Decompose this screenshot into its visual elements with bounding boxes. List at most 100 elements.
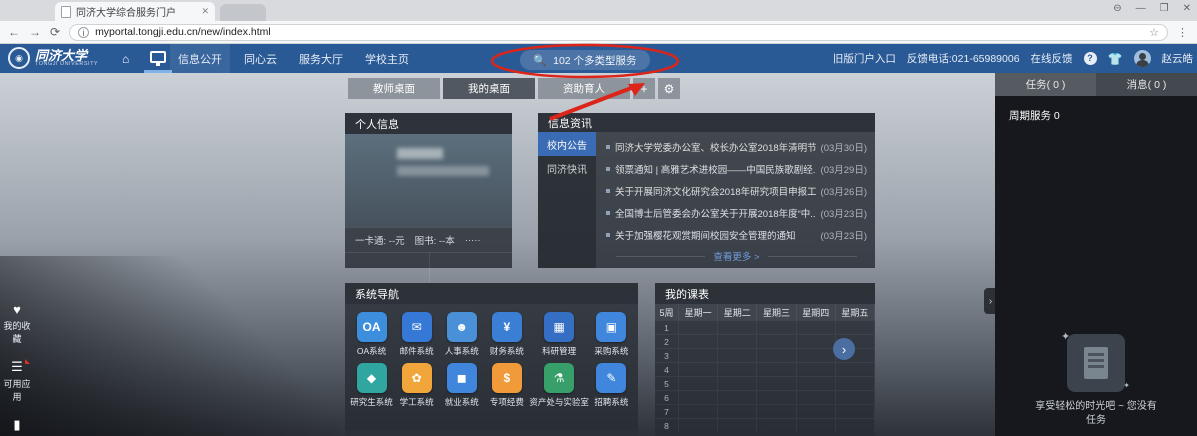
timetable-cell[interactable] — [718, 334, 757, 348]
timetable-cell[interactable] — [757, 334, 796, 348]
profile-photo[interactable] — [352, 143, 390, 198]
browser-menu-icon[interactable]: ⋮ — [1177, 26, 1189, 39]
timetable-cell[interactable] — [718, 348, 757, 362]
app-assets-lab[interactable]: ⚗ 资产处与实验室 — [529, 363, 589, 408]
timetable-cell[interactable] — [836, 376, 875, 390]
timetable-cell[interactable] — [679, 348, 718, 362]
bookmark-star-icon[interactable]: ☆ — [1149, 26, 1159, 39]
tab-my-desktop[interactable]: 我的桌面 — [443, 78, 535, 99]
news-item[interactable]: 关于加强樱花观赏期间校园安全管理的通知 (03月23日) — [606, 224, 867, 246]
news-item[interactable]: 全国博士后管委会办公室关于开展2018年度“中... (03月23日) — [606, 202, 867, 224]
timetable-cell[interactable] — [836, 418, 875, 432]
timetable-cell[interactable] — [836, 320, 875, 334]
online-feedback-link[interactable]: 在线反馈 — [1031, 51, 1073, 66]
timetable-cell[interactable] — [718, 320, 757, 334]
service-search-button[interactable]: 🔍 102 个多类型服务 — [520, 50, 650, 70]
university-logo[interactable]: ◉ 同济大学 TONGJI UNIVERSITY — [8, 47, 98, 69]
app-graduate-system[interactable]: ◆ 研究生系统 — [349, 363, 394, 408]
app-recruitment-system[interactable]: ✎ 招聘系统 — [589, 363, 634, 408]
user-avatar[interactable] — [1134, 50, 1151, 67]
day-header-mon[interactable]: 星期一 — [679, 304, 718, 320]
timetable-cell[interactable] — [679, 404, 718, 418]
app-mail-system[interactable]: ✉ 邮件系统 — [394, 312, 439, 357]
menu-item-school-homepage[interactable]: 学校主页 — [357, 44, 417, 74]
timetable-cell[interactable] — [797, 320, 836, 334]
news-tab-tongji-express[interactable]: 同济快讯 — [538, 156, 596, 180]
timetable-cell[interactable] — [718, 418, 757, 432]
menu-item-tongxin-cloud[interactable]: 同心云 — [236, 44, 285, 74]
day-header-wed[interactable]: 星期三 — [757, 304, 796, 320]
ecard-balance[interactable]: 一卡通: --元 — [355, 233, 405, 247]
app-employment-system[interactable]: ◼ 就业系统 — [439, 363, 484, 408]
timetable-cell[interactable] — [797, 334, 836, 348]
help-icon[interactable]: ? — [1084, 52, 1097, 65]
app-hr-system[interactable]: ☻ 人事系统 — [439, 312, 484, 357]
timetable-cell[interactable] — [797, 390, 836, 404]
timetable-cell[interactable] — [679, 362, 718, 376]
timetable-cell[interactable] — [757, 348, 796, 362]
minimize-button[interactable]: — — [1136, 3, 1146, 14]
day-header-tue[interactable]: 星期二 — [718, 304, 757, 320]
timetable-cell[interactable] — [797, 376, 836, 390]
username[interactable]: 赵云皓 — [1162, 51, 1194, 66]
view-more-link[interactable]: 查看更多 > — [713, 249, 759, 263]
menu-item-info-disclosure[interactable]: 信息公开 — [170, 44, 230, 74]
tab-teacher-desktop[interactable]: 教师桌面 — [348, 78, 440, 99]
timetable-cell[interactable] — [679, 320, 718, 334]
forward-button[interactable]: → — [29, 25, 41, 39]
timetable-cell[interactable] — [797, 348, 836, 362]
new-tab-button[interactable] — [220, 4, 266, 21]
available-cards-shortcut[interactable]: ▮ 可用卡片 — [0, 417, 34, 436]
timetable-cell[interactable] — [679, 390, 718, 404]
timetable-cell[interactable] — [718, 390, 757, 404]
desktop-view-icon[interactable] — [150, 51, 166, 63]
close-button[interactable]: ✕ — [1183, 3, 1191, 14]
timetable-cell[interactable] — [679, 418, 718, 432]
favorites-shortcut[interactable]: ♥ 我的收藏 — [0, 302, 34, 345]
timetable-cell[interactable] — [757, 362, 796, 376]
timetable-next-week-button[interactable]: › — [833, 338, 855, 360]
back-button[interactable]: ← — [8, 25, 20, 39]
profile-icon[interactable]: ⊖ — [1113, 3, 1121, 14]
timetable-cell[interactable] — [679, 334, 718, 348]
app-finance-system[interactable]: ¥ 财务系统 — [484, 312, 529, 357]
tab-close-icon[interactable]: ✕ — [201, 6, 209, 17]
app-research-mgmt[interactable]: ▦ 科研管理 — [529, 312, 589, 357]
news-item[interactable]: 领票通知 | 高雅艺术进校园——中国民族歌剧经... (03月29日) — [606, 158, 867, 180]
timetable-cell[interactable] — [836, 390, 875, 404]
timetable-cell[interactable] — [757, 418, 796, 432]
app-oa-system[interactable]: OA OA系统 — [349, 312, 394, 357]
site-info-icon[interactable]: i — [78, 27, 89, 38]
add-desktop-button[interactable]: + — [633, 78, 655, 99]
tab-funding-education[interactable]: 资助育人 — [538, 78, 630, 99]
reload-button[interactable]: ⟳ — [50, 25, 60, 39]
address-bar[interactable]: i myportal.tongji.edu.cn/new/index.html … — [69, 24, 1168, 41]
restore-button[interactable]: ❐ — [1160, 3, 1169, 14]
timetable-cell[interactable] — [797, 418, 836, 432]
browser-tab[interactable]: 同济大学综合服务门户 ✕ — [55, 2, 215, 21]
timetable-cell[interactable] — [757, 390, 796, 404]
theme-shirt-icon[interactable]: 👕 — [1108, 52, 1123, 66]
app-procurement-system[interactable]: ▣ 采购系统 — [589, 312, 634, 357]
old-portal-link[interactable]: 旧版门户入口 — [833, 51, 896, 66]
available-apps-shortcut[interactable]: ☰ 可用应用 — [0, 359, 34, 403]
timetable-cell[interactable] — [797, 362, 836, 376]
timetable-cell[interactable] — [836, 404, 875, 418]
day-header-fri[interactable]: 星期五 — [836, 304, 875, 320]
timetable-cell[interactable] — [718, 404, 757, 418]
desktop-settings-gear-icon[interactable]: ⚙ — [658, 78, 680, 99]
news-item[interactable]: 同济大学党委办公室、校长办公室2018年清明节... (03月30日) — [606, 136, 867, 158]
menu-item-service-hall[interactable]: 服务大厅 — [291, 44, 351, 74]
sidebar-tab-tasks[interactable]: 任务( 0 ) — [995, 73, 1096, 96]
app-special-funds[interactable]: $ 专项经费 — [484, 363, 529, 408]
timetable-cell[interactable] — [836, 362, 875, 376]
app-student-affairs-system[interactable]: ✿ 学工系统 — [394, 363, 439, 408]
day-header-thu[interactable]: 星期四 — [797, 304, 836, 320]
timetable-cell[interactable] — [797, 404, 836, 418]
sidebar-tab-messages[interactable]: 消息( 0 ) — [1096, 73, 1197, 96]
library-books[interactable]: 图书: --本 — [415, 233, 455, 247]
news-tab-campus-announcements[interactable]: 校内公告 — [538, 132, 596, 156]
timetable-cell[interactable] — [679, 376, 718, 390]
news-item[interactable]: 关于开展同济文化研究会2018年研究项目申报工... (03月26日) — [606, 180, 867, 202]
timetable-cell[interactable] — [757, 376, 796, 390]
